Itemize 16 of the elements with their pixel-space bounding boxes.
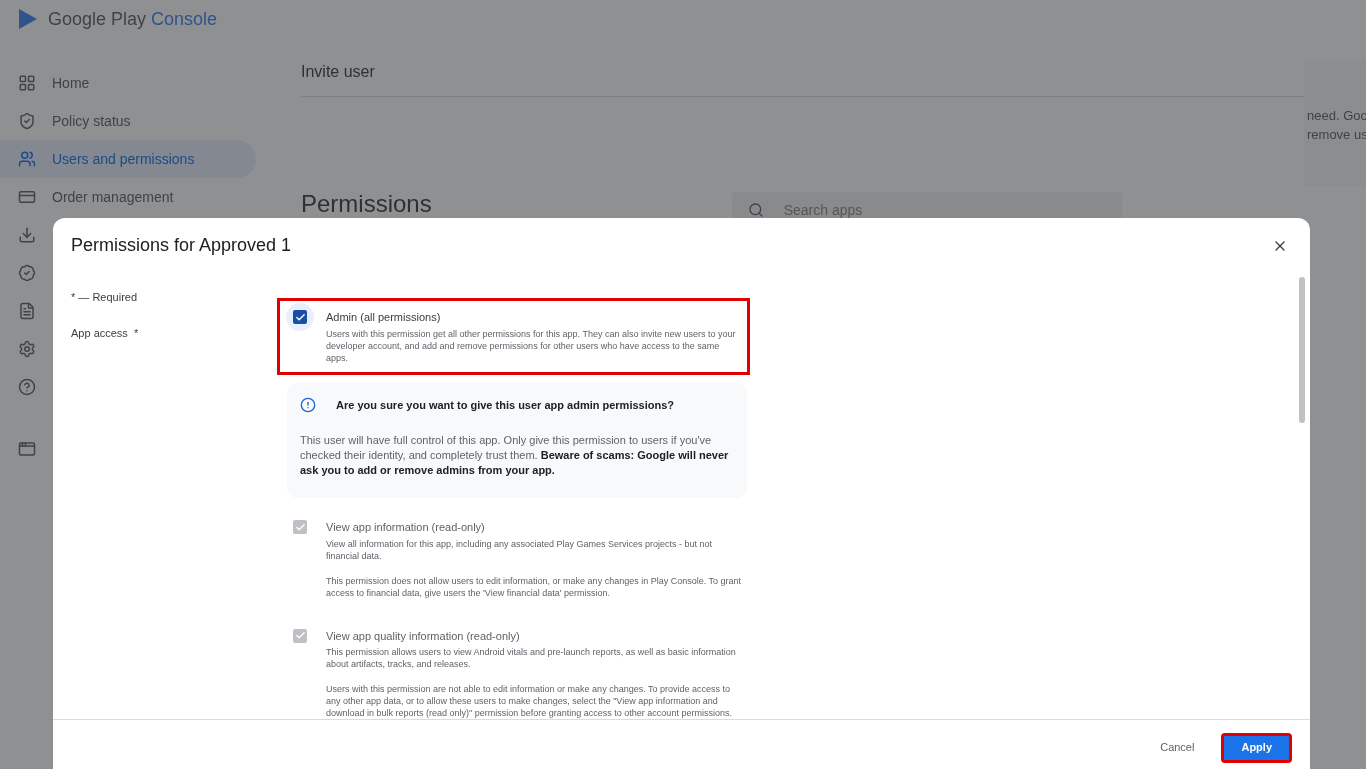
option-label: Admin (all permissions) [326, 310, 442, 325]
section-title: Invite user [301, 62, 376, 82]
warning-text: This user will have full control of this app. Only give this permission to users if you've checked their identity, and completely trust them. Beware of scams: Google will never ask you to add or remove admins from your app. [300, 433, 730, 478]
permissions-heading: Permissions [301, 189, 432, 219]
warning-title: Are you sure you want to give this user app admin permissions? [336, 397, 675, 413]
option-label: View app quality information (read-only) [326, 628, 521, 644]
option-description: This permission does not allow users to edit information, or make any changes in Play Console. To grant access to financial data, give users the 'View financial data' permission. [326, 574, 743, 599]
option-label: View app information (read-only) [326, 520, 486, 535]
option-description: This permission allows users to view Android vitals and pre-launch reports, as well as basic information about artifacts, tracks, and releases. [326, 646, 737, 670]
option-description: Users with this permission get all other permissions for this app. They can also invite new users to your developer account, and add and remove permissions for other users who have access to the same apps. [326, 327, 737, 364]
dialog-title: Permissions for Approved 1 [71, 234, 292, 257]
option-description: Users with this permission are not able to edit information or make any changes. To provide access to any other app data, or to allow these users to make changes, select the "View app information and download in bulk reports (read only)" permission before granting access to other account permissions. [326, 683, 733, 719]
field-label: App access * [71, 326, 140, 341]
brand-name: Google Play Console [48, 7, 218, 31]
required-note: * — Required [71, 290, 139, 305]
option-description: View all information for this app, including any associated Play Games Services projects - but not financial data. [326, 537, 714, 562]
